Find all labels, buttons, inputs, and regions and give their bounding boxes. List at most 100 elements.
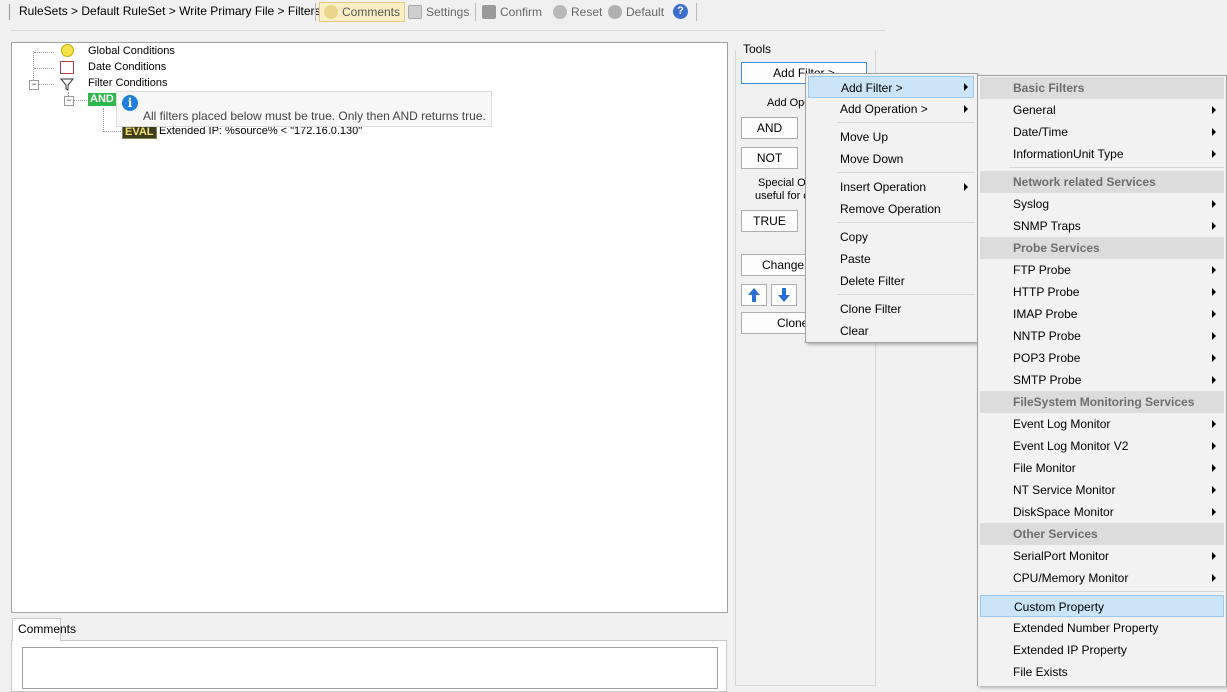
menu-item-nntp[interactable]: NNTP Probe xyxy=(980,325,1224,347)
help-icon[interactable]: ? xyxy=(673,4,688,19)
default-button[interactable]: Default xyxy=(606,2,666,21)
submenu-arrow-icon xyxy=(964,183,968,191)
confirm-button[interactable]: Confirm xyxy=(480,2,544,21)
menu-label: Clone Filter xyxy=(840,302,902,316)
not-label: NOT xyxy=(756,151,783,165)
menu-item-copy[interactable]: Copy xyxy=(808,226,974,248)
menu-item-custom-property[interactable]: Custom Property xyxy=(980,595,1224,617)
not-button[interactable]: NOT xyxy=(741,147,798,169)
menu-item-file-exists[interactable]: File Exists xyxy=(980,661,1224,683)
toolbar: RuleSets > Default RuleSet > Write Prima… xyxy=(0,0,1227,24)
move-up-button[interactable] xyxy=(741,284,767,306)
menu-label: Event Log Monitor xyxy=(1013,417,1111,431)
submenu-arrow-icon xyxy=(1212,150,1216,158)
and-button[interactable]: AND xyxy=(741,117,798,139)
submenu-arrow-icon xyxy=(1212,376,1216,384)
collapse-toggle[interactable]: − xyxy=(29,80,39,90)
menu-item-infounit[interactable]: InformationUnit Type xyxy=(980,143,1224,165)
submenu-arrow-icon xyxy=(1212,106,1216,114)
menu-item-smtp[interactable]: SMTP Probe xyxy=(980,369,1224,391)
filter-tree[interactable] xyxy=(11,42,728,613)
submenu-arrow-icon xyxy=(1212,354,1216,362)
menu-label: FTP Probe xyxy=(1013,263,1071,277)
menu-item-eventlog[interactable]: Event Log Monitor xyxy=(980,413,1224,435)
tree-item-date[interactable]: Date Conditions xyxy=(88,61,166,73)
info-icon: i xyxy=(122,95,138,111)
menu-item-eventlog-v2[interactable]: Event Log Monitor V2 xyxy=(980,435,1224,457)
section-header-label: Basic Filters xyxy=(1013,81,1085,95)
menu-label: IMAP Probe xyxy=(1013,307,1078,321)
tree-line xyxy=(74,100,87,101)
section-header: Network related Services xyxy=(980,171,1224,193)
tree-line xyxy=(34,68,54,69)
menu-item-snmp[interactable]: SNMP Traps xyxy=(980,215,1224,237)
reset-icon xyxy=(553,4,567,19)
menu-separator xyxy=(837,294,975,295)
submenu-arrow-icon xyxy=(964,105,968,113)
menu-item-paste[interactable]: Paste xyxy=(808,248,974,270)
eval-badge[interactable]: EVAL xyxy=(122,125,157,139)
menu-separator xyxy=(1009,591,1224,592)
menu-item-cpu-memory[interactable]: CPU/Memory Monitor xyxy=(980,567,1224,589)
submenu-arrow-icon xyxy=(964,83,968,91)
and-node[interactable]: AND xyxy=(88,93,116,106)
menu-item-remove-operation[interactable]: Remove Operation xyxy=(808,198,974,220)
menu-item-pop3[interactable]: POP3 Probe xyxy=(980,347,1224,369)
submenu-arrow-icon xyxy=(1212,266,1216,274)
menu-item-imap[interactable]: IMAP Probe xyxy=(980,303,1224,325)
tree-line xyxy=(103,131,121,132)
menu-label: Move Up xyxy=(840,130,889,144)
menu-item-file-monitor[interactable]: File Monitor xyxy=(980,457,1224,479)
settings-icon xyxy=(408,4,422,19)
default-label: Default xyxy=(626,4,665,19)
menu-item-delete-filter[interactable]: Delete Filter xyxy=(808,270,974,292)
settings-button[interactable]: Settings xyxy=(406,2,471,21)
comments-icon xyxy=(324,5,338,19)
menu-item-extended-number[interactable]: Extended Number Property xyxy=(980,617,1224,639)
comments-textarea[interactable] xyxy=(22,647,718,689)
menu-item-datetime[interactable]: Date/Time xyxy=(980,121,1224,143)
menu-item-extended-ip[interactable]: Extended IP Property xyxy=(980,639,1224,661)
tree-item-filter[interactable]: Filter Conditions xyxy=(88,77,167,89)
menu-label: POP3 Probe xyxy=(1013,351,1081,365)
menu-item-nt-service[interactable]: NT Service Monitor xyxy=(980,479,1224,501)
menu-label: SerialPort Monitor xyxy=(1013,549,1110,563)
menu-label: HTTP Probe xyxy=(1013,285,1080,299)
comments-button[interactable]: Comments xyxy=(319,2,406,22)
menu-item-general[interactable]: General xyxy=(980,99,1224,121)
section-header-label: FileSystem Monitoring Services xyxy=(1013,395,1195,409)
menu-label: SMTP Probe xyxy=(1013,373,1082,387)
menu-item-ftp[interactable]: FTP Probe xyxy=(980,259,1224,281)
collapse-toggle[interactable]: − xyxy=(64,96,74,106)
menu-item-syslog[interactable]: Syslog xyxy=(980,193,1224,215)
submenu-arrow-icon xyxy=(1212,464,1216,472)
menu-item-clone-filter[interactable]: Clone Filter xyxy=(808,298,974,320)
section-header-label: Network related Services xyxy=(1013,175,1156,189)
tab-comments[interactable]: Comments xyxy=(12,618,76,641)
menu-item-add-operation[interactable]: Add Operation > xyxy=(808,98,974,120)
toolbar-grip xyxy=(9,4,10,20)
submenu-arrow-icon xyxy=(1212,310,1216,318)
menu-item-insert-operation[interactable]: Insert Operation xyxy=(808,176,974,198)
menu-label: Copy xyxy=(840,230,869,244)
menu-item-move-up[interactable]: Move Up xyxy=(808,126,974,148)
menu-label: Paste xyxy=(840,252,871,266)
reset-button[interactable]: Reset xyxy=(551,2,604,21)
menu-separator xyxy=(837,222,975,223)
menu-item-move-down[interactable]: Move Down xyxy=(808,148,974,170)
menu-item-http[interactable]: HTTP Probe xyxy=(980,281,1224,303)
context-menu: Add Filter > Add Operation > Move Up Mov… xyxy=(805,73,978,343)
calendar-icon xyxy=(60,61,74,74)
menu-label: Insert Operation xyxy=(840,180,927,194)
menu-item-serialport[interactable]: SerialPort Monitor xyxy=(980,545,1224,567)
menu-item-clear[interactable]: Clear xyxy=(808,320,974,342)
lightbulb-icon xyxy=(61,44,74,57)
menu-label: Extended Number Property xyxy=(1013,621,1159,635)
true-button[interactable]: TRUE xyxy=(741,210,798,232)
filter-submenu: Basic Filters General Date/Time Informat… xyxy=(977,75,1227,686)
menu-item-diskspace[interactable]: DiskSpace Monitor xyxy=(980,501,1224,523)
tooltip: i All filters placed below must be true.… xyxy=(116,91,492,127)
tree-item-global[interactable]: Global Conditions xyxy=(88,45,175,57)
move-down-button[interactable] xyxy=(771,284,797,306)
menu-item-add-filter[interactable]: Add Filter > xyxy=(808,76,974,98)
